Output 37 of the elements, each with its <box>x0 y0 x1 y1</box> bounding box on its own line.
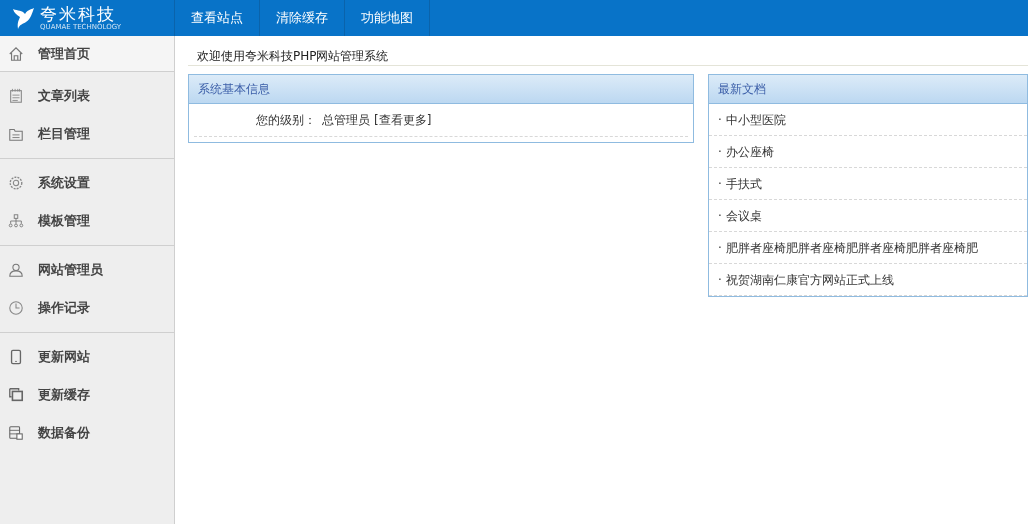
document-link[interactable]: · 中小型医院 <box>709 104 1027 136</box>
user-icon <box>8 262 24 278</box>
sidebar-item[interactable]: 模板管理 <box>0 202 174 240</box>
logo-name: 夸米科技 <box>40 5 116 23</box>
database-icon <box>8 425 24 441</box>
sidebar-item[interactable]: 数据备份 <box>0 414 174 452</box>
sidebar-item[interactable]: 文章列表 <box>0 77 174 115</box>
sidebar-item[interactable]: 网站管理员 <box>0 251 174 289</box>
sidebar-item[interactable]: 操作记录 <box>0 289 174 327</box>
panel-title: 系统基本信息 <box>189 75 693 104</box>
nav-link[interactable]: 清除缓存 <box>260 0 345 36</box>
nav-link[interactable]: 查看站点 <box>175 0 260 36</box>
sidebar-item[interactable]: 更新网站 <box>0 338 174 376</box>
settings-icon <box>8 175 24 191</box>
nav-link[interactable]: 功能地图 <box>345 0 430 36</box>
clock-icon <box>8 300 24 316</box>
document-link[interactable]: · 祝贺湖南仁康官方网站正式上线 <box>709 264 1027 296</box>
bird-logo-icon <box>10 5 36 31</box>
panel-title: 最新文档 <box>709 75 1027 104</box>
welcome-text: 欢迎使用夸米科技PHP网站管理系统 <box>188 46 1028 66</box>
sitemap-icon <box>8 213 24 229</box>
field-value: 总管理员 <box>322 112 370 129</box>
windows-icon <box>8 387 24 403</box>
document-link[interactable]: · 手扶式 <box>709 168 1027 200</box>
document-link[interactable]: · 会议桌 <box>709 200 1027 232</box>
notepad-icon <box>8 88 24 104</box>
folder-icon <box>8 126 24 142</box>
document-link[interactable]: · 办公座椅 <box>709 136 1027 168</box>
field-label: 您的级别： <box>255 112 317 129</box>
sidebar-item[interactable]: 栏目管理 <box>0 115 174 153</box>
document-link[interactable]: · 肥胖者座椅肥胖者座椅肥胖者座椅肥胖者座椅肥 <box>709 232 1027 264</box>
sidebar-item[interactable]: 更新缓存 <box>0 376 174 414</box>
sidebar-item[interactable]: 管理首页 <box>0 36 174 71</box>
phone-icon <box>8 349 24 365</box>
home-icon <box>8 45 24 62</box>
sidebar-item[interactable]: 系统设置 <box>0 164 174 202</box>
more-link[interactable]: [查看更多] <box>374 111 432 129</box>
